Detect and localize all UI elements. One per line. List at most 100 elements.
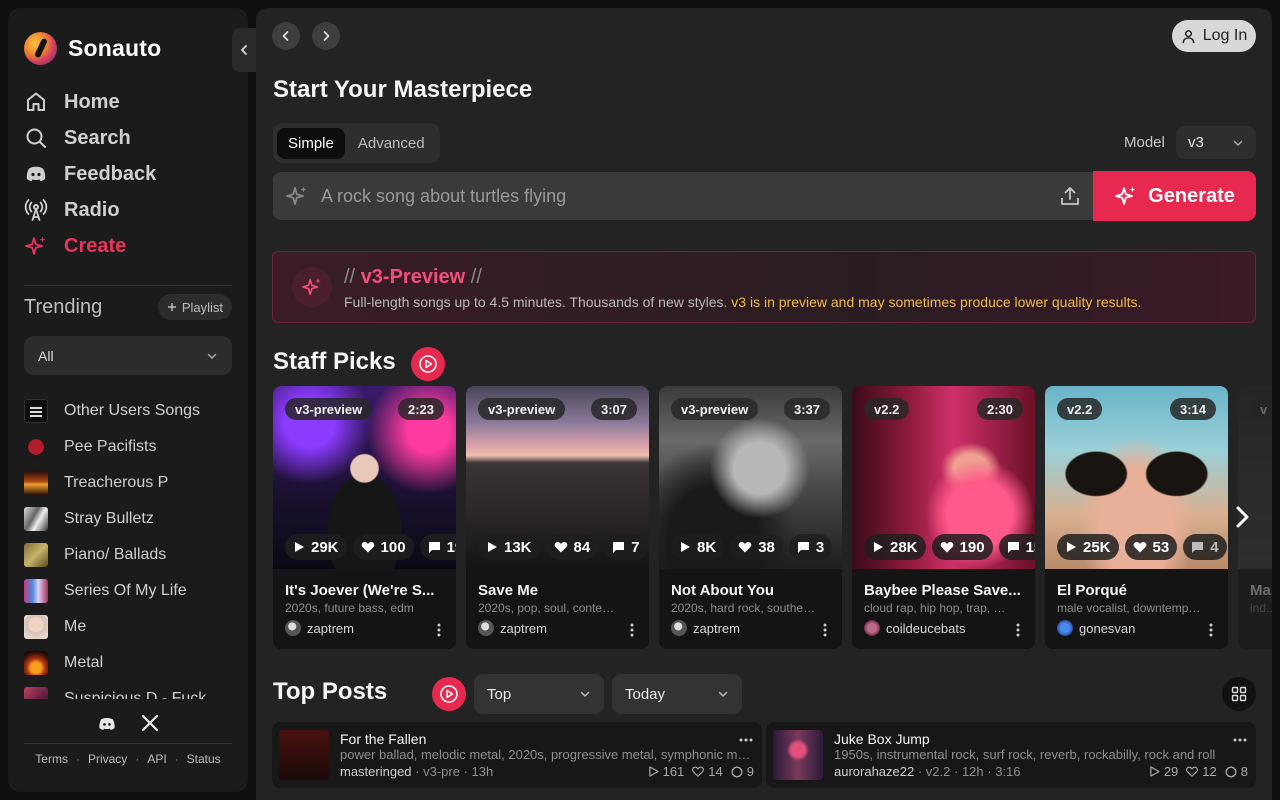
trending-item[interactable]: Piano/ Ballads [24,537,234,573]
song-author[interactable]: zaptrem [285,620,354,636]
trending-item[interactable]: Metal [24,645,234,681]
sparkles-icon [302,278,321,296]
song-card[interactable]: v3-preview 3:07 13K 84 7 Save Me 2020s, … [466,386,649,649]
more-options-icon[interactable] [624,622,640,638]
x-twitter-icon[interactable] [141,714,159,732]
song-title[interactable]: Not About You [671,582,831,599]
post-stats: 161 14 9 [648,764,754,779]
song-author[interactable]: gonesvan [1057,620,1135,636]
heart-icon [940,541,953,553]
brand[interactable]: Sonauto [24,31,161,65]
author-name: zaptrem [307,620,354,636]
post-item[interactable]: Juke Box Jump 1950s, instrumental rock, … [766,722,1256,788]
heart-icon [1186,766,1199,777]
nav-search[interactable]: Search [24,120,156,156]
comment-icon [731,766,743,777]
play-icon [1067,542,1076,552]
prompt-input[interactable] [321,185,1047,207]
nav-search-label: Search [64,126,131,149]
trending-item[interactable]: Stray Bulletz [24,501,234,537]
more-options-icon[interactable] [1203,622,1219,638]
search-icon [26,128,46,148]
chevron-down-icon [1233,140,1243,146]
add-playlist-label: Playlist [181,299,223,315]
model-label: Model [1124,134,1165,151]
discord-icon[interactable] [97,714,117,734]
song-card[interactable]: v3-preview 2:23 29K 100 19 It's Joever (… [273,386,456,649]
trending-item[interactable]: Pee Pacifists [24,429,234,465]
post-title[interactable]: Juke Box Jump [834,731,930,747]
song-author[interactable]: zaptrem [671,620,740,636]
heart-icon [692,766,705,777]
forward-button[interactable] [312,22,340,50]
nav-feedback-label: Feedback [64,162,157,185]
prompt-bar [273,172,1093,220]
song-title[interactable]: Save Me [478,582,638,599]
trending-item[interactable]: Treacherous P [24,465,234,501]
grid-view-button[interactable] [1222,677,1256,711]
staff-picks-title: Staff Picks [273,348,396,375]
login-button[interactable]: Log In [1172,20,1256,52]
playlist-thumbnail [24,543,48,567]
duration-badge: 3:07 [590,398,637,420]
terms-link[interactable]: Terms [35,752,68,766]
nav-create[interactable]: Create [24,228,156,264]
more-options-icon[interactable] [431,622,447,638]
play-top-posts-button[interactable] [432,677,466,711]
trending-filter-select[interactable]: All [24,336,232,375]
generate-label: Generate [1148,184,1235,207]
trending-title: Trending [24,295,103,318]
tab-advanced[interactable]: Advanced [347,128,436,159]
more-options-icon[interactable] [817,622,833,638]
trending-item[interactable]: Other Users Songs [24,393,234,429]
nav-feedback[interactable]: Feedback [24,156,156,192]
song-author[interactable]: coildeucebats [864,620,966,636]
play-count-value: 29K [311,538,339,556]
post-title[interactable]: For the Fallen [340,731,426,747]
add-playlist-button[interactable]: Playlist [157,294,232,320]
more-options-icon[interactable] [1010,622,1026,638]
model-select[interactable]: v3 [1176,126,1256,159]
song-card[interactable]: v2.2 3:14 25K 53 4 El Porqué male vocali… [1045,386,1228,649]
api-link[interactable]: API [147,752,166,766]
trending-item[interactable]: Suspicious D - Fuck... [24,681,234,699]
song-title[interactable]: Baybee Please Save... [864,582,1024,599]
chevron-down-icon [207,353,217,359]
post-item[interactable]: For the Fallen power ballad, melodic met… [272,722,762,788]
more-options-icon[interactable] [738,732,754,748]
post-duration: 3:16 [995,764,1021,779]
nav-create-label: Create [64,234,127,257]
time-range-select[interactable]: Today [612,674,742,714]
upload-icon[interactable] [1059,185,1081,207]
song-card[interactable]: v2.2 2:30 28K 190 15 Baybee Please Save.… [852,386,1035,649]
banner-prefix: // [344,266,356,288]
generate-button[interactable]: Generate [1093,171,1256,221]
status-link[interactable]: Status [187,752,221,766]
banner-sparkles-icon [292,267,332,307]
tab-simple[interactable]: Simple [277,127,345,159]
song-title[interactable]: It's Joever (We're S... [285,582,445,599]
sort-select[interactable]: Top [474,674,604,714]
play-staff-picks-button[interactable] [411,347,445,381]
comment-count: 7 [604,534,648,560]
song-card[interactable]: v3-preview 3:37 8K 38 3 Not About You 20… [659,386,842,649]
back-button[interactable] [272,22,300,50]
nav-radio[interactable]: Radio [24,192,156,228]
trending-item[interactable]: Me [24,609,234,645]
carousel-next-button[interactable] [1230,502,1254,532]
post-version: v2.2 [925,764,951,779]
privacy-link[interactable]: Privacy [88,752,127,766]
trending-item-label: Series Of My Life [64,582,187,599]
song-author[interactable]: zaptrem [478,620,547,636]
nav-home[interactable]: Home [24,84,156,120]
comment-icon [1225,766,1237,777]
song-title[interactable]: Ma... [1250,582,1272,599]
more-options-icon[interactable] [1232,732,1248,748]
post-author[interactable]: aurorahaze22 [834,764,914,779]
collapse-sidebar-button[interactable] [232,28,256,72]
trending-item[interactable]: Series Of My Life [24,573,234,609]
duration-badge: 2:30 [976,398,1023,420]
post-cover-art [279,730,329,780]
post-author[interactable]: masteringed [340,764,412,779]
song-title[interactable]: El Porqué [1057,582,1217,599]
